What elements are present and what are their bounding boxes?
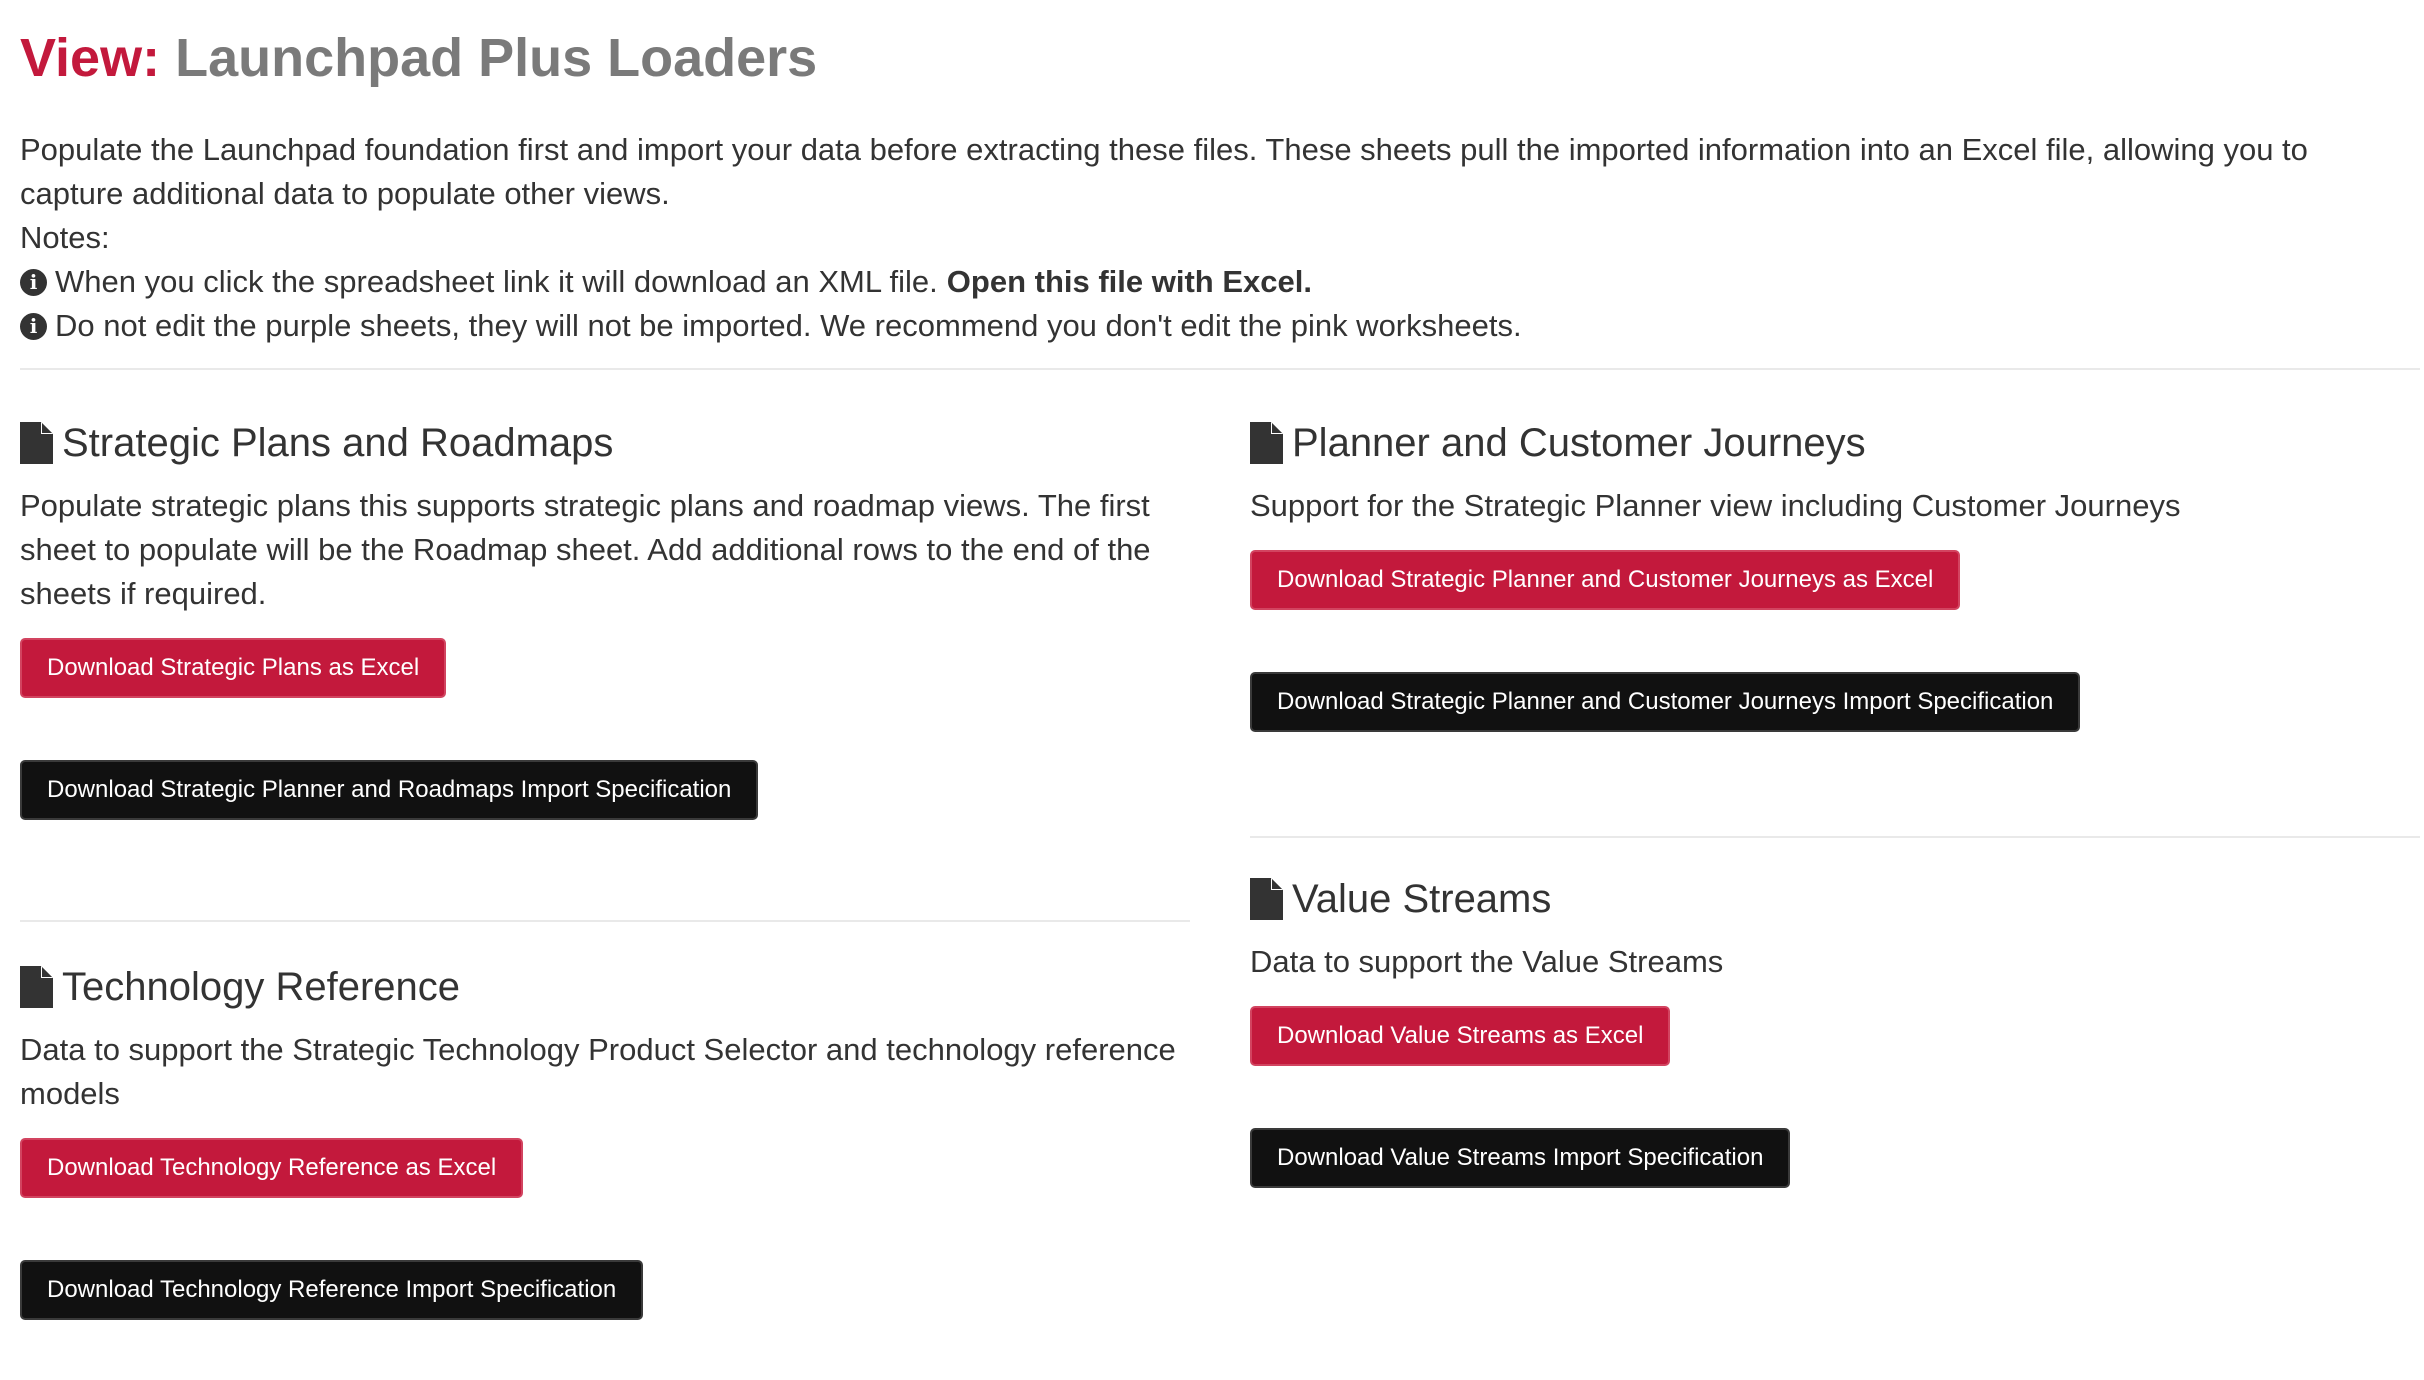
file-icon [20, 966, 53, 1008]
note-2: i Do not edit the purple sheets, they wi… [20, 304, 2410, 348]
file-icon [1250, 422, 1283, 464]
note-1-text: When you click the spreadsheet link it w… [55, 264, 938, 299]
section-description: Populate strategic plans this supports s… [20, 488, 1151, 611]
section-description: Data to support the Strategic Technology… [20, 1032, 1176, 1111]
download-technology-reference-spec-button[interactable]: Download Technology Reference Import Spe… [20, 1260, 644, 1320]
section-title: Value Streams [1292, 876, 1552, 921]
section-heading: Strategic Plans and Roadmaps [20, 418, 1180, 468]
divider [20, 920, 1190, 922]
page-title-name: Launchpad Plus Loaders [175, 28, 818, 88]
page-title: View: Launchpad Plus Loaders [20, 22, 817, 94]
info-circle-icon: i [20, 312, 47, 340]
divider [1250, 836, 2420, 838]
section-description: Data to support the Value Streams [1250, 944, 1724, 979]
section-technology-reference: Technology Reference Data to support the… [20, 962, 1180, 1320]
section-heading: Value Streams [1250, 874, 2410, 924]
page-title-prefix: View: [20, 28, 161, 88]
section-planner-journeys: Planner and Customer Journeys Support fo… [1250, 418, 2410, 732]
section-description: Support for the Strategic Planner view i… [1250, 488, 2181, 523]
download-planner-journeys-excel-button[interactable]: Download Strategic Planner and Customer … [1250, 550, 1961, 610]
section-value-streams: Value Streams Data to support the Value … [1250, 874, 2410, 1188]
note-1: i When you click the spreadsheet link it… [20, 260, 2410, 304]
file-icon [1250, 878, 1283, 920]
section-title: Planner and Customer Journeys [1292, 420, 1866, 465]
note-2-text: Do not edit the purple sheets, they will… [55, 308, 1522, 343]
section-heading: Technology Reference [20, 962, 1180, 1012]
section-title: Strategic Plans and Roadmaps [62, 420, 614, 465]
file-icon [20, 422, 53, 464]
intro: Populate the Launchpad foundation first … [20, 128, 2410, 348]
section-title: Technology Reference [62, 964, 461, 1009]
section-heading: Planner and Customer Journeys [1250, 418, 2410, 468]
download-planner-journeys-spec-button[interactable]: Download Strategic Planner and Customer … [1250, 672, 2081, 732]
download-strategic-roadmaps-spec-button[interactable]: Download Strategic Planner and Roadmaps … [20, 760, 759, 820]
download-technology-reference-excel-button[interactable]: Download Technology Reference as Excel [20, 1138, 524, 1198]
download-value-streams-spec-button[interactable]: Download Value Streams Import Specificat… [1250, 1128, 1791, 1188]
note-1-bold: Open this file with Excel. [946, 264, 1312, 299]
download-strategic-plans-excel-button[interactable]: Download Strategic Plans as Excel [20, 638, 447, 698]
intro-paragraph: Populate the Launchpad foundation first … [20, 132, 2308, 211]
notes-label: Notes: [20, 220, 110, 255]
section-strategic-plans: Strategic Plans and Roadmaps Populate st… [20, 418, 1180, 820]
download-value-streams-excel-button[interactable]: Download Value Streams as Excel [1250, 1006, 1671, 1066]
divider [20, 368, 2420, 370]
info-circle-icon: i [20, 268, 47, 296]
